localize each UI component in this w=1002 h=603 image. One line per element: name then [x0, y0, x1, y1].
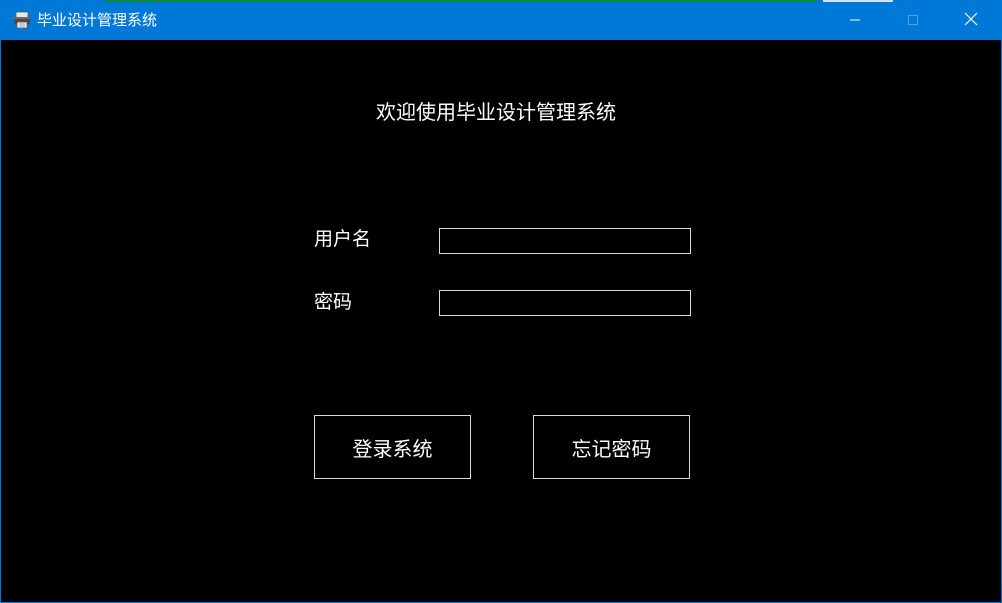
- printer-app-icon[interactable]: [13, 11, 31, 29]
- forgot-password-button[interactable]: 忘记密码: [533, 415, 690, 479]
- minimize-icon: [849, 11, 861, 30]
- maximize-button[interactable]: [884, 0, 942, 40]
- minimize-button[interactable]: [826, 0, 884, 40]
- username-label: 用户名: [314, 228, 372, 250]
- username-input[interactable]: [439, 228, 691, 254]
- password-label: 密码: [314, 291, 353, 313]
- welcome-heading: 欢迎使用毕业设计管理系统: [376, 100, 616, 124]
- maximize-icon: [907, 11, 919, 30]
- title-bar-accent-strip: [105, 0, 817, 2]
- close-icon: [964, 11, 978, 30]
- title-bar[interactable]: 毕业设计管理系统: [1, 0, 1001, 40]
- close-button[interactable]: [942, 0, 1000, 40]
- window-title: 毕业设计管理系统: [37, 11, 158, 29]
- login-button[interactable]: 登录系统: [314, 415, 471, 479]
- password-input[interactable]: [439, 290, 691, 316]
- login-window: 毕业设计管理系统 欢迎使用毕业设计管理系统 用户名 密码 登录系统 忘记密码: [0, 0, 1002, 603]
